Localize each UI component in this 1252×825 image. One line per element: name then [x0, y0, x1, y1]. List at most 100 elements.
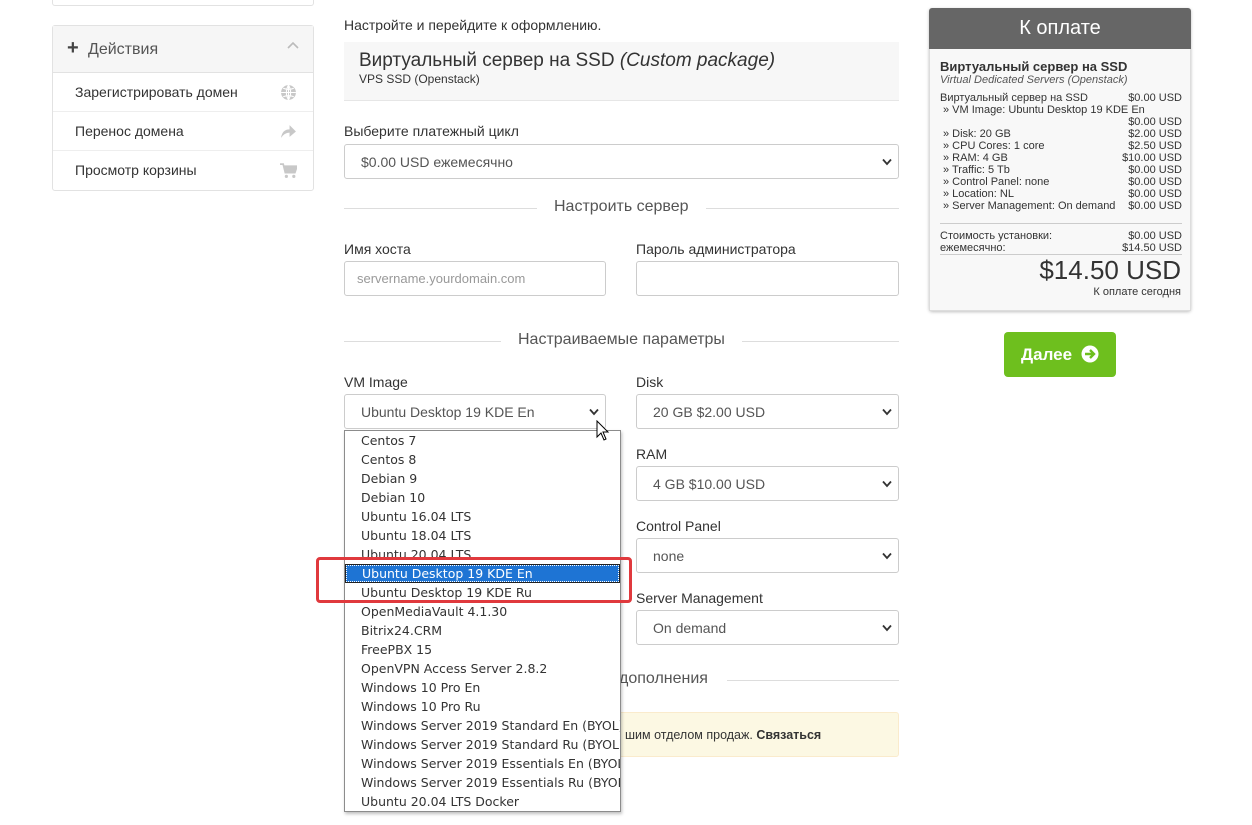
dropdown-option[interactable]: Ubuntu 20.04 LTS Docker [345, 792, 620, 811]
dropdown-option[interactable]: Windows Server 2019 Standard Ru (BYOL) [345, 735, 620, 754]
order-summary-body: Виртуальный сервер на SSD Virtual Dedica… [929, 49, 1191, 311]
dropdown-option[interactable]: Windows Server 2019 Standard En (BYOL) [345, 716, 620, 735]
dropdown-option[interactable]: Windows 10 Pro Ru [345, 697, 620, 716]
sidebar-item-label: Зарегистрировать домен [75, 84, 238, 100]
summary-line: » Server Management: On demand $0.00 USD [940, 200, 1182, 212]
summary-line: » Traffic: 5 Tb $0.00 USD [940, 164, 1182, 176]
summary-line-price: $0.00 USD [1128, 116, 1182, 128]
dropdown-option[interactable]: Centos 8 [345, 450, 620, 469]
vm-image-label: VM Image [344, 374, 408, 390]
server-management-label: Server Management [636, 590, 763, 606]
summary-line: Виртуальный сервер на SSD $0.00 USD [940, 92, 1182, 104]
chevron-down-icon [882, 408, 892, 416]
summary-option-lines: » Disk: 20 GB $2.00 USD » CPU Cores: 1 cor… [940, 128, 1182, 212]
dropdown-option[interactable]: Bitrix24.CRM [345, 621, 620, 640]
dropdown-option[interactable]: FreePBX 15 [345, 640, 620, 659]
mouse-cursor-icon [596, 420, 610, 441]
disk-select[interactable]: 20 GB $2.00 USD [636, 394, 899, 429]
summary-line-price: $10.00 USD [1122, 152, 1182, 164]
contact-link[interactable]: Связаться [756, 728, 821, 742]
vm-image-value: Ubuntu Desktop 19 KDE En [361, 404, 535, 420]
summary-setup-lines: Стоимость установки: $0.00 USD ежемесячно… [940, 230, 1182, 254]
dropdown-option[interactable]: Debian 10 [345, 488, 620, 507]
sidebar-actions-header[interactable]: + Действия [53, 26, 313, 73]
divider-line [344, 341, 501, 342]
vm-image-dropdown-list: Centos 7 Centos 8 Debian 9 Debian 10 Ubuntu … [344, 430, 621, 812]
ram-select[interactable]: 4 GB $10.00 USD [636, 466, 899, 501]
monthly-label: ежемесячно: [940, 242, 1006, 254]
control-panel-value: none [653, 548, 685, 564]
product-name: Виртуальный сервер на SSD (Custom packag… [359, 50, 775, 72]
sidebar-item-register-domain[interactable]: Зарегистрировать домен [53, 73, 313, 112]
sidebar-item-transfer-domain[interactable]: Перенос домена [53, 112, 313, 151]
summary-line: Стоимость установки: $0.00 USD [940, 230, 1182, 242]
summary-line-name: » CPU Cores: 1 core [943, 140, 1045, 152]
dropdown-option[interactable]: Debian 9 [345, 469, 620, 488]
dropdown-option[interactable]: Ubuntu 16.04 LTS [345, 507, 620, 526]
chevron-down-icon [882, 480, 892, 488]
billing-cycle-select[interactable]: $0.00 USD ежемесячно [344, 144, 899, 179]
summary-line: » RAM: 4 GB $10.00 USD [940, 152, 1182, 164]
dropdown-option[interactable]: Windows Server 2019 Essentials Ru (BYOL) [345, 773, 620, 792]
summary-line-name: » RAM: 4 GB [943, 152, 1008, 164]
hostname-input[interactable] [344, 261, 606, 296]
product-group: VPS SSD (Openstack) [359, 72, 480, 86]
summary-product-group: Virtual Dedicated Servers (Openstack) [940, 74, 1128, 86]
disk-value: 20 GB $2.00 USD [653, 404, 766, 420]
sidebar-item-view-cart[interactable]: Просмотр корзины [53, 151, 313, 190]
dropdown-option[interactable]: Ubuntu 20.04 LTS [345, 545, 620, 564]
sidebar-actions-panel: + Действия Зарегистрировать домен Перено… [52, 25, 314, 191]
sales-notice-body: шим отделом продаж. [625, 728, 757, 742]
summary-line-price: $0.00 USD [1128, 164, 1182, 176]
summary-line-price: $0.00 USD [1128, 176, 1182, 188]
total-due: $14.50 USD [1039, 255, 1181, 285]
product-package: (Custom package) [619, 50, 776, 71]
summary-line-name: » Control Panel: none [943, 176, 1050, 188]
configurable-options-heading: Настраиваемые параметры [518, 331, 725, 348]
dropdown-option[interactable]: OpenMediaVault 4.1.30 [345, 602, 620, 621]
vm-image-select[interactable]: Ubuntu Desktop 19 KDE En [344, 394, 606, 429]
dropdown-option[interactable]: OpenVPN Access Server 2.8.2 [345, 659, 620, 678]
plus-icon: + [67, 37, 79, 59]
summary-line-name: Виртуальный сервер на SSD [940, 92, 1088, 104]
dropdown-option[interactable]: Centos 7 [345, 431, 620, 450]
dropdown-option[interactable]: Ubuntu Desktop 19 KDE Ru [345, 583, 620, 602]
billing-cycle-label: Выберите платежный цикл [344, 123, 519, 139]
summary-line: » Disk: 20 GB $2.00 USD [940, 128, 1182, 140]
control-panel-select[interactable]: none [636, 538, 899, 573]
sidebar-actions-title: Действия [88, 41, 159, 58]
dropdown-option[interactable]: Ubuntu 18.04 LTS [345, 526, 620, 545]
disk-label: Disk [636, 374, 664, 390]
summary-line-price: $2.00 USD [1128, 128, 1182, 140]
divider-line [742, 341, 899, 342]
summary-line-name: » Disk: 20 GB [943, 128, 1011, 140]
sidebar-item-label: Перенос домена [75, 123, 184, 139]
summary-product-name: Виртуальный сервер на SSD [940, 59, 1128, 74]
dropdown-option-selected[interactable]: Ubuntu Desktop 19 KDE En [345, 564, 620, 583]
chevron-down-icon [882, 624, 892, 632]
configurable-options-divider: Настраиваемые параметры [344, 331, 899, 351]
server-management-select[interactable]: On demand [636, 610, 899, 645]
summary-line-name: » Traffic: 5 Tb [943, 164, 1010, 176]
root-password-input[interactable] [636, 261, 899, 296]
summary-line: » Location: NL $0.00 USD [940, 188, 1182, 200]
summary-line-name: » VM Image: Ubuntu Desktop 19 KDE En [943, 104, 1145, 116]
control-panel-label: Control Panel [636, 518, 721, 534]
arrow-circle-right-icon [1081, 345, 1099, 363]
summary-line-name: » Location: NL [943, 188, 1014, 200]
setup-fee-price: $0.00 USD [1128, 230, 1182, 242]
chevron-down-icon [882, 158, 892, 166]
divider-line [727, 680, 899, 681]
summary-line-price: $0.00 USD [1128, 200, 1182, 212]
share-arrow-icon [281, 125, 296, 138]
next-button[interactable]: Далее [1004, 332, 1116, 377]
dropdown-option[interactable]: Windows Server 2019 Essentials En (BYOL) [345, 754, 620, 773]
configure-server-heading: Настроить сервер [554, 198, 689, 215]
summary-line-price: $2.50 USD [1128, 140, 1182, 152]
chevron-up-icon[interactable] [287, 41, 299, 49]
setup-fee-label: Стоимость установки: [940, 230, 1053, 242]
product-info-box: Виртуальный сервер на SSD (Custom packag… [344, 42, 899, 101]
summary-line-price: $0.00 USD [1128, 188, 1182, 200]
summary-lines: Виртуальный сервер на SSD $0.00 USD » VM … [940, 92, 1182, 212]
dropdown-option[interactable]: Windows 10 Pro En [345, 678, 620, 697]
